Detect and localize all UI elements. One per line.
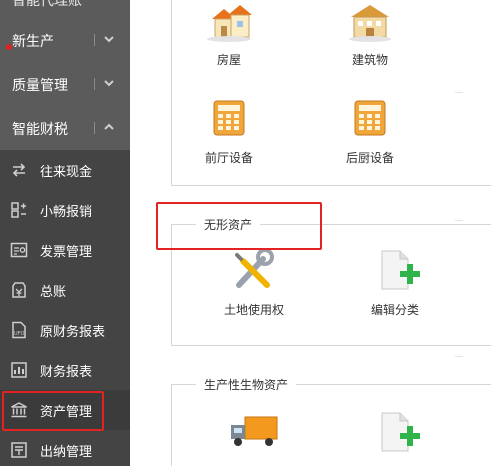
sidebar-item-label: 质量管理 [12,78,68,94]
sidebar-item-label: 出纳管理 [40,445,93,460]
chevron-up-icon [104,123,114,130]
tile-label: 建筑物 [351,53,388,67]
fixed-assets-group: 房屋 建筑物 前厅设备 后厨设备 [171,0,491,186]
tile-label: 土地使用权 [223,303,284,317]
building-icon [349,5,391,42]
svg-text:UFO: UFO [14,331,25,337]
highlight-box [2,391,104,431]
cash-register-icon [354,100,386,136]
divider [455,220,463,221]
sidebar-item-financial-report[interactable]: 财务报表 [0,350,130,390]
sidebar-item-current-cash[interactable]: 往来现金 [0,150,130,190]
sidebar-item-new-production[interactable]: 新生产 [0,18,130,62]
sidebar-item-label: 原财务报表 [40,325,106,340]
sidebar-item-smart-tax[interactable]: 智能财税 [0,106,130,150]
cash-register-icon [213,100,245,136]
divider [455,356,463,357]
ledger-icon [12,282,26,298]
sidebar: 智能代理账 新生产 质量管理 智能财税 往来现金 小畅报销 发票管理 总账 UF… [0,0,130,466]
sidebar-item-label: 小畅报销 [40,205,93,220]
sidebar-item-label: 智能财税 [12,122,68,138]
divider [94,34,95,46]
sidebar-item-ledger[interactable]: 总账 [0,270,130,310]
sidebar-item-label: 财务报表 [40,365,93,380]
tile-kitchen-equipment[interactable]: 后厨设备 [325,95,415,166]
houses-icon [207,5,252,42]
add-document-icon [381,250,420,290]
tile-edit-category[interactable]: 编辑分类 [350,247,440,318]
sidebar-item-cashier[interactable]: 出纳管理 [0,430,130,466]
tools-icon [235,248,274,288]
chevron-down-icon [104,36,114,43]
tile-building[interactable]: 建筑物 [325,0,415,68]
tile-land-use-rights[interactable]: 土地使用权 [209,247,299,318]
reimburse-icon [11,202,26,218]
invoice-icon [10,242,28,258]
sidebar-item-label: 新生产 [12,34,54,50]
sidebar-item-label: 发票管理 [40,245,93,260]
divider [94,78,95,90]
sidebar-item-reimburse[interactable]: 小畅报销 [0,190,130,230]
sidebar-item-label: 总账 [40,285,67,300]
truck-icon [231,416,278,446]
exchange-icon [12,163,26,177]
tile-truck[interactable] [209,409,299,463]
tile-label: 房屋 [216,53,241,67]
sidebar-item-quality[interactable]: 质量管理 [0,62,130,106]
cashier-icon [11,442,27,458]
tile-front-equipment[interactable]: 前厅设备 [184,95,274,166]
tile-label: 编辑分类 [370,303,419,317]
tile-houses[interactable]: 房屋 [184,0,274,68]
sidebar-item-cut[interactable]: 智能代理账 [0,0,130,14]
add-document-icon [381,412,420,452]
sidebar-item-original-report[interactable]: UFO 原财务报表 [0,310,130,350]
biological-assets-group: 生产性生物资产 [171,376,491,466]
tile-edit-category[interactable] [350,409,440,463]
tile-label: 后厨设备 [345,151,394,165]
divider [455,92,463,93]
highlight-box [156,202,322,250]
tile-label: 前厅设备 [204,151,253,165]
chevron-down-icon [104,80,114,87]
report-icon [11,362,27,378]
ufo-report-icon: UFO [12,321,26,339]
sidebar-item-invoice[interactable]: 发票管理 [0,230,130,270]
group-title: 生产性生物资产 [196,376,297,393]
sidebar-item-label: 智能代理账 [12,0,82,9]
divider [94,122,95,134]
sidebar-item-label: 往来现金 [40,165,93,180]
